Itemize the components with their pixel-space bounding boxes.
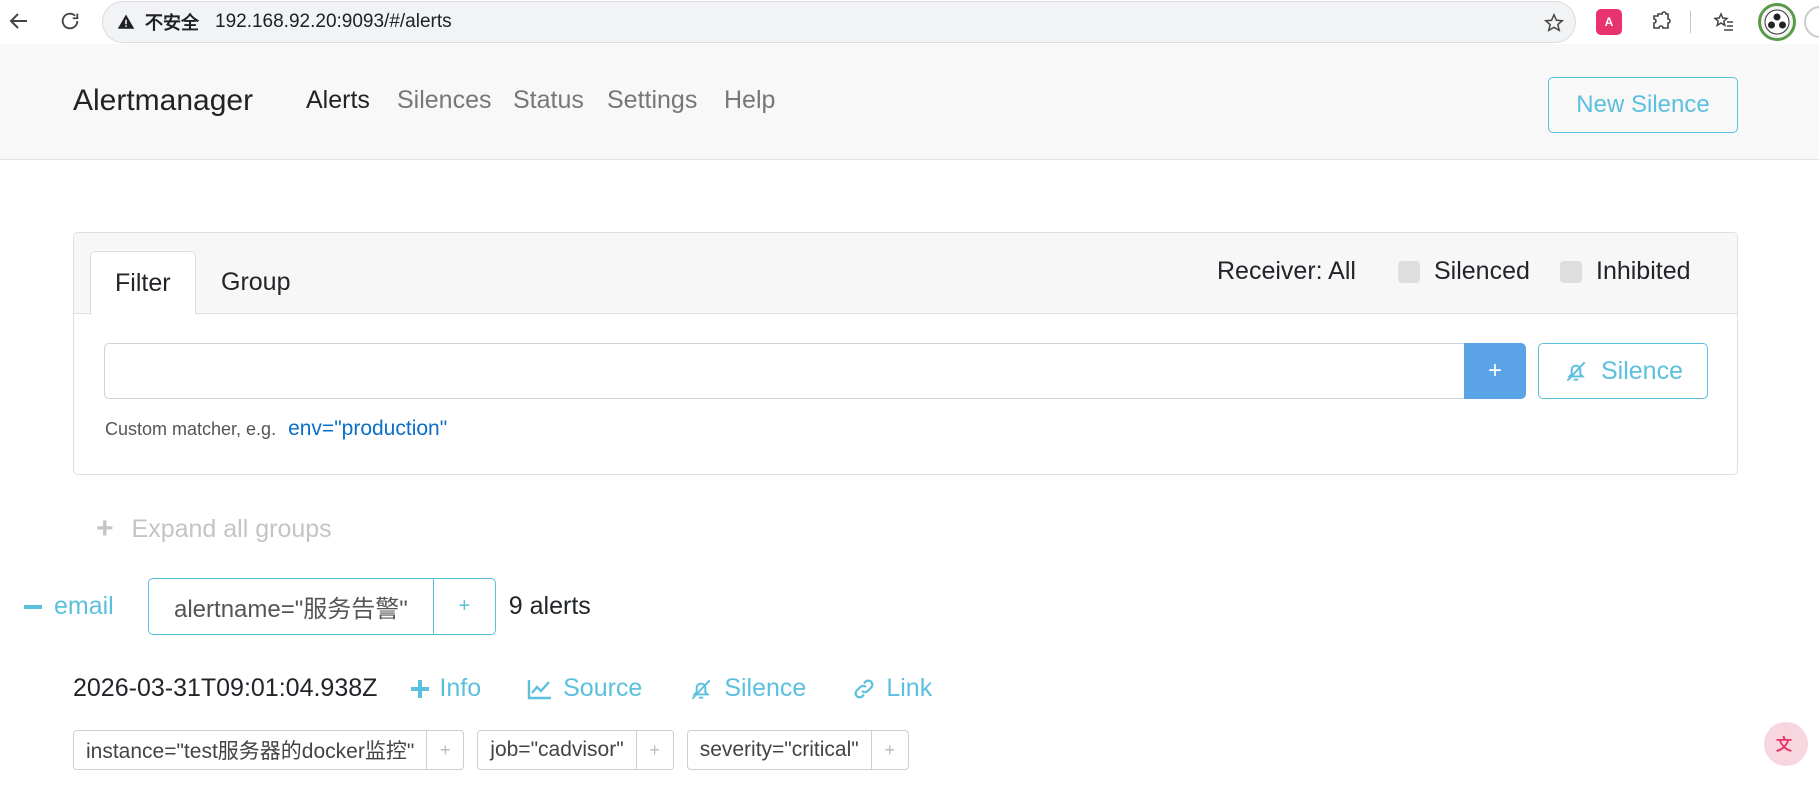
favorites-list-icon[interactable] (1710, 8, 1738, 36)
tab-group[interactable]: Group (197, 251, 314, 314)
expand-all-groups-label: Expand all groups (131, 514, 332, 543)
add-matcher-button[interactable]: + (1464, 343, 1526, 399)
collapse-group-button[interactable]: email (24, 592, 148, 621)
reload-icon[interactable] (55, 6, 85, 36)
translate-extension-icon[interactable]: A (1596, 9, 1622, 35)
svg-text:文: 文 (1776, 735, 1793, 754)
address-bar[interactable]: 不安全 192.168.92.20:9093/#/alerts (102, 1, 1576, 43)
url-text[interactable]: 192.168.92.20:9093/#/alerts (215, 11, 452, 33)
line-chart-icon (527, 679, 552, 699)
group-receiver-label: email (54, 592, 114, 620)
toolbar-divider (1690, 11, 1691, 33)
filter-card: Filter Group Receiver: All Silenced Inhi… (73, 232, 1738, 475)
new-silence-button[interactable]: New Silence (1548, 77, 1738, 133)
bell-slash-icon (1566, 361, 1586, 382)
label-instance: instance="test服务器的docker监控" + (73, 730, 465, 770)
group-matcher-add-button[interactable]: + (434, 579, 495, 634)
alert-timestamp: 2026-03-31T09:01:04.938Z (73, 674, 378, 702)
inhibited-checkbox-label: Inhibited (1596, 257, 1691, 285)
label-severity-text[interactable]: severity="critical" (688, 731, 872, 769)
alert-silence-button[interactable]: Silence (688, 674, 806, 703)
label-job-text[interactable]: job="cadvisor" (478, 731, 637, 769)
matcher-hint-example[interactable]: env="production" (288, 417, 447, 441)
minus-icon (24, 604, 42, 609)
label-job: job="cadvisor" + (477, 730, 674, 770)
label-instance-add-button[interactable]: + (427, 731, 463, 769)
brand-logo[interactable]: Alertmanager (73, 84, 253, 118)
warning-icon[interactable] (117, 12, 137, 32)
nav-status[interactable]: Status (513, 86, 584, 115)
label-instance-text[interactable]: instance="test服务器的docker监控" (74, 731, 428, 769)
alert-info-label: Info (439, 674, 482, 702)
nav-silences[interactable]: Silences (397, 86, 492, 115)
alert-labels: instance="test服务器的docker监控" + job="cadvi… (73, 730, 909, 770)
inhibited-checkbox-box[interactable] (1560, 260, 1582, 283)
tab-filter[interactable]: Filter (90, 251, 196, 315)
link-icon (854, 679, 874, 698)
bookmark-star-icon[interactable] (1541, 10, 1567, 36)
filter-card-header: Filter Group Receiver: All Silenced Inhi… (74, 233, 1737, 315)
extensions-puzzle-icon[interactable] (1648, 8, 1676, 36)
group-matcher-label[interactable]: alertname="服务告警" (149, 579, 434, 634)
matcher-hint-text: Custom matcher, e.g. (105, 419, 277, 439)
bell-slash-icon (691, 679, 711, 699)
label-job-add-button[interactable]: + (637, 731, 673, 769)
alert-source-label: Source (563, 674, 643, 702)
alert-source-button[interactable]: Source (527, 674, 642, 703)
browser-toolbar: 不安全 192.168.92.20:9093/#/alerts A (0, 0, 1819, 44)
silenced-checkbox-label: Silenced (1434, 257, 1530, 285)
plus-icon (411, 679, 430, 698)
silenced-checkbox[interactable]: Silenced (1398, 257, 1530, 286)
filter-silence-label: Silence (1601, 356, 1683, 385)
alert-count: 9 alerts (508, 592, 591, 620)
silenced-checkbox-box[interactable] (1398, 260, 1420, 283)
back-icon[interactable] (4, 6, 34, 36)
alert-info-button[interactable]: Info (411, 674, 481, 703)
alert-link-label: Link (886, 674, 933, 702)
expand-all-groups-button[interactable]: + Expand all groups (96, 512, 332, 546)
app-navbar: Alertmanager Alerts Silences Status Sett… (0, 44, 1819, 160)
floating-translate-icon[interactable]: 文 (1764, 722, 1808, 766)
filter-silence-button[interactable]: Silence (1538, 343, 1708, 399)
matcher-hint: Custom matcher, e.g. env="production" (105, 417, 447, 441)
group-matcher: alertname="服务告警" + (148, 578, 496, 635)
nav-help[interactable]: Help (724, 86, 775, 115)
matcher-filter-input[interactable] (104, 343, 1468, 399)
alert-group-header: email alertname="服务告警" + 9 alerts (24, 578, 591, 635)
translate-extension-label: A (1604, 15, 1614, 29)
nav-settings[interactable]: Settings (607, 86, 697, 115)
receiver-dropdown[interactable]: Receiver: All (1217, 257, 1356, 286)
label-severity-add-button[interactable]: + (872, 731, 908, 769)
alert-silence-label: Silence (724, 674, 807, 702)
alert-link-button[interactable]: Link (852, 674, 932, 703)
label-severity: severity="critical" + (686, 730, 909, 770)
profile-avatar[interactable] (1758, 3, 1796, 41)
security-label[interactable]: 不安全 (145, 9, 199, 35)
plus-icon: + (96, 512, 114, 545)
alert-item: 2026-03-31T09:01:04.938Z Info Source Sil… (73, 674, 978, 703)
sidebar-toggle-icon[interactable] (1804, 6, 1819, 38)
nav-alerts[interactable]: Alerts (306, 86, 370, 115)
inhibited-checkbox[interactable]: Inhibited (1560, 257, 1691, 286)
